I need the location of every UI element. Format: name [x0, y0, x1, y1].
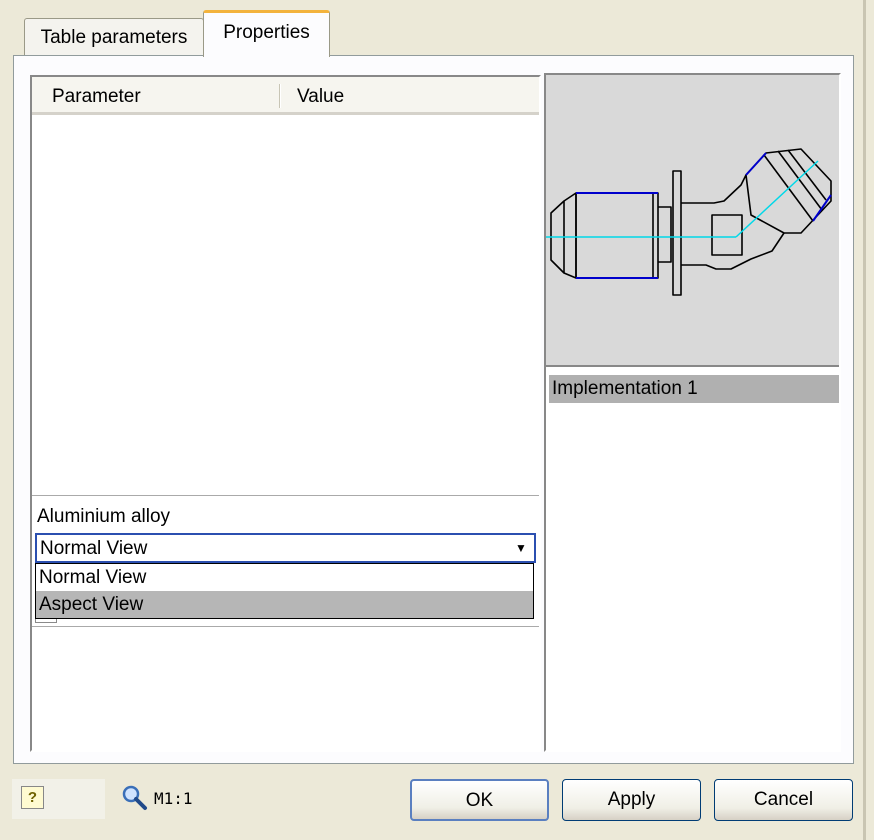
- part-preview: [546, 75, 839, 367]
- tab-properties[interactable]: Properties: [203, 10, 330, 57]
- cancel-button[interactable]: Cancel: [714, 779, 853, 821]
- implementation-item[interactable]: Implementation 1: [549, 375, 839, 403]
- help-icon[interactable]: ?: [21, 786, 44, 809]
- view-mode-options: Normal View Aspect View: [35, 563, 534, 619]
- window-right-edge: [863, 0, 866, 840]
- parameters-grid[interactable]: Parameter Value Aluminium alloy Normal V…: [30, 75, 541, 752]
- view-mode-dropdown[interactable]: Normal View ▼: [35, 533, 536, 563]
- material-panel: Aluminium alloy Normal View ▼ Normal Vie…: [32, 495, 539, 627]
- chevron-down-icon[interactable]: ▼: [510, 537, 532, 559]
- column-header-parameter[interactable]: Parameter: [52, 77, 141, 112]
- implementation-pane: Implementation 1: [544, 73, 841, 752]
- option-normal-view[interactable]: Normal View: [36, 564, 533, 591]
- material-label: Aluminium alloy: [37, 506, 171, 527]
- ok-button[interactable]: OK: [410, 779, 549, 821]
- grid-header: Parameter Value: [32, 77, 539, 115]
- fitting-drawing-icon: [546, 148, 832, 296]
- magnifier-icon[interactable]: [120, 783, 148, 811]
- zoom-level-label: M1:1: [154, 789, 193, 808]
- option-aspect-view[interactable]: Aspect View: [36, 591, 533, 618]
- tab-table-parameters[interactable]: Table parameters: [24, 18, 204, 56]
- column-divider-highlight: [280, 84, 281, 108]
- column-header-value[interactable]: Value: [297, 77, 344, 112]
- view-mode-value: Normal View: [40, 538, 148, 559]
- apply-button[interactable]: Apply: [562, 779, 701, 821]
